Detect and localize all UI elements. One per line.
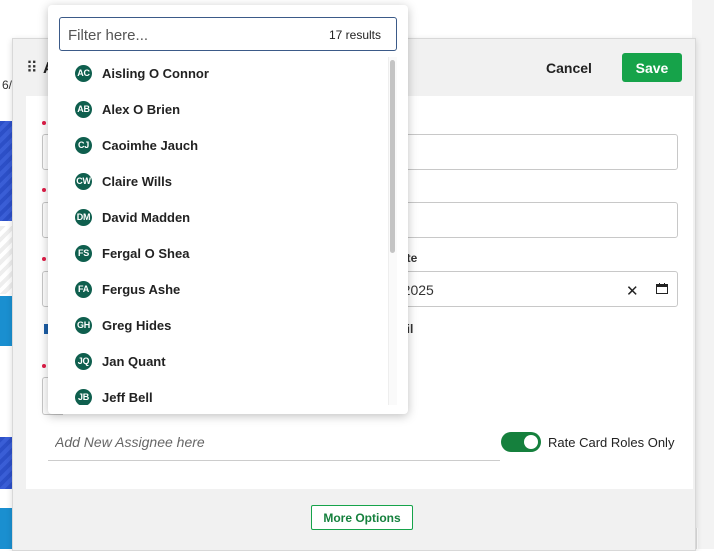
save-button[interactable]: Save bbox=[622, 53, 682, 82]
avatar: FS bbox=[75, 244, 92, 262]
list-item[interactable]: CJ Caoimhe Jauch bbox=[75, 134, 198, 156]
avatar: CJ bbox=[75, 136, 92, 154]
assignee-name: Aisling O Connor bbox=[102, 65, 209, 81]
results-count: 17 results bbox=[328, 28, 381, 42]
assignee-name: Alex O Brien bbox=[102, 101, 181, 117]
clear-icon[interactable]: ✕ bbox=[626, 282, 639, 300]
required-marker bbox=[42, 121, 46, 125]
assignee-name: Jeff Bell bbox=[102, 389, 153, 405]
list-item[interactable]: JB Jeff Bell bbox=[75, 386, 153, 405]
required-marker bbox=[42, 364, 46, 368]
required-marker bbox=[42, 257, 46, 261]
list-item[interactable]: JQ Jan Quant bbox=[75, 350, 166, 372]
assignee-name: Fergus Ashe bbox=[102, 281, 181, 297]
scroll-thumb[interactable] bbox=[390, 60, 395, 253]
filter-box: 17 results bbox=[59, 17, 397, 51]
avatar: AC bbox=[75, 64, 92, 82]
list-item[interactable]: FA Fergus Ashe bbox=[75, 278, 180, 300]
assignee-name: David Madden bbox=[102, 209, 191, 225]
avatar: AB bbox=[75, 100, 92, 118]
rate-card-toggle[interactable] bbox=[501, 432, 541, 452]
assignee-name: Caoimhe Jauch bbox=[102, 137, 199, 153]
avatar: DM bbox=[75, 208, 92, 226]
calendar-date-fragment: 6/ bbox=[2, 78, 13, 92]
drag-handle-icon[interactable]: ⠿ bbox=[26, 58, 38, 78]
list-item[interactable]: AB Alex O Brien bbox=[75, 98, 180, 120]
assignee-dropdown: 17 results AC Aisling O Connor AB Alex O… bbox=[48, 5, 408, 414]
cancel-button[interactable]: Cancel bbox=[540, 57, 598, 79]
assignee-name: Jan Quant bbox=[102, 353, 166, 369]
avatar: CW bbox=[75, 172, 92, 190]
assignee-name: Claire Wills bbox=[102, 173, 172, 189]
rate-card-toggle-label: Rate Card Roles Only bbox=[548, 435, 675, 450]
list-item[interactable]: AC Aisling O Connor bbox=[75, 62, 209, 84]
dropdown-scrollbar[interactable] bbox=[388, 57, 397, 405]
avatar: GH bbox=[75, 316, 92, 334]
avatar: FA bbox=[75, 280, 92, 298]
list-item[interactable]: DM David Madden bbox=[75, 206, 190, 228]
list-item[interactable]: CW Claire Wills bbox=[75, 170, 172, 192]
more-options-button[interactable]: More Options bbox=[311, 505, 413, 530]
assignee-name: Fergal O Shea bbox=[102, 245, 190, 261]
assignee-list: AC Aisling O Connor AB Alex O Brien CJ C… bbox=[48, 57, 396, 405]
avatar: JB bbox=[75, 388, 92, 405]
list-item[interactable]: GH Greg Hides bbox=[75, 314, 171, 336]
filter-input[interactable] bbox=[68, 25, 308, 45]
add-assignee-input[interactable] bbox=[48, 424, 500, 461]
list-item[interactable]: FS Fergal O Shea bbox=[75, 242, 189, 264]
avatar: JQ bbox=[75, 352, 92, 370]
calendar-icon[interactable] bbox=[656, 283, 668, 294]
assignee-name: Greg Hides bbox=[102, 317, 172, 333]
required-marker bbox=[42, 188, 46, 192]
toggle-knob bbox=[524, 435, 538, 449]
